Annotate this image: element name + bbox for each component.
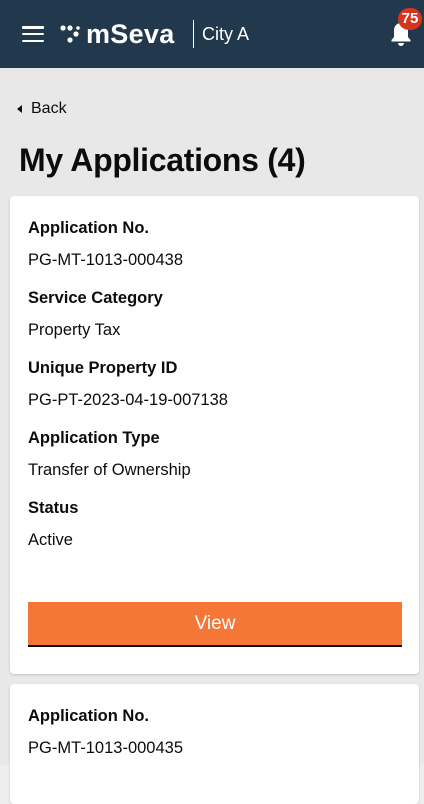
hamburger-menu-icon[interactable]: [22, 26, 44, 42]
top-app-bar: mSeva City A 75: [0, 0, 424, 68]
application-no-label: Application No.: [28, 219, 149, 237]
application-no-value: PG-MT-1013-000435: [28, 739, 184, 757]
chevron-left-icon: [17, 105, 22, 113]
application-no-label: Application No.: [28, 707, 149, 725]
property-id-field: Unique Property ID PG-PT-2023-04-19-0071…: [28, 358, 401, 410]
application-type-label: Application Type: [28, 429, 160, 447]
application-type-value: Transfer of Ownership: [28, 461, 191, 479]
mseva-logo-icon: [60, 25, 80, 43]
back-link[interactable]: Back: [17, 100, 67, 118]
city-name[interactable]: City A: [202, 23, 249, 45]
application-no-field: Application No. PG-MT-1013-000435: [28, 706, 401, 758]
status-label: Status: [28, 499, 79, 517]
main-content: Back My Applications (4) Application No.…: [0, 68, 424, 804]
application-type-field: Application Type Transfer of Ownership: [28, 428, 401, 480]
brand-name: mSeva: [86, 19, 175, 49]
brand-logo[interactable]: mSeva: [60, 18, 175, 50]
status-value: Active: [28, 531, 73, 549]
application-no-field: Application No. PG-MT-1013-000438: [28, 218, 401, 270]
property-id-value: PG-PT-2023-04-19-007138: [28, 391, 228, 409]
service-category-value: Property Tax: [28, 321, 121, 339]
notification-badge: 75: [398, 8, 422, 30]
view-button[interactable]: View: [28, 602, 402, 647]
service-category-label: Service Category: [28, 289, 163, 307]
page-title: My Applications (4): [19, 142, 306, 178]
application-card: Application No. PG-MT-1013-000435: [10, 684, 419, 804]
brand-divider: [193, 20, 194, 48]
back-label: Back: [31, 100, 67, 117]
status-field: Status Active: [28, 498, 401, 550]
property-id-label: Unique Property ID: [28, 359, 178, 377]
service-category-field: Service Category Property Tax: [28, 288, 401, 340]
application-card: Application No. PG-MT-1013-000438 Servic…: [10, 196, 419, 674]
application-no-value: PG-MT-1013-000438: [28, 251, 184, 269]
